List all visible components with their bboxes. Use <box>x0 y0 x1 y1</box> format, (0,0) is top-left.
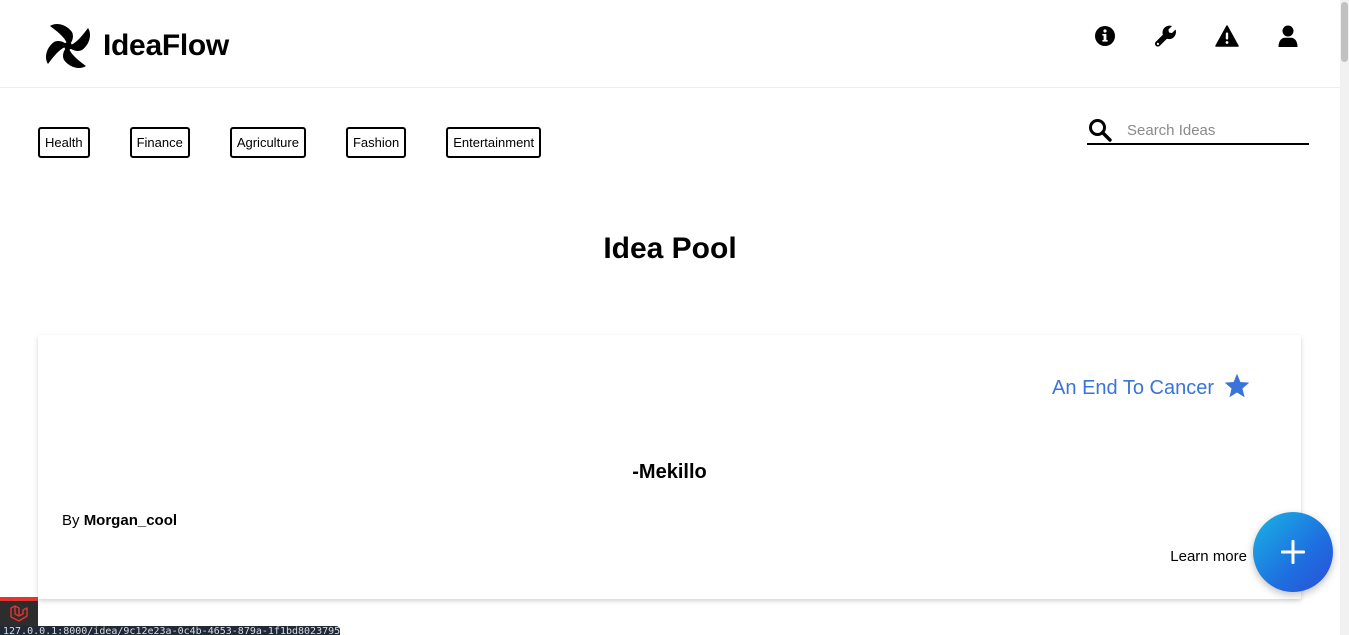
info-button[interactable] <box>1090 22 1120 50</box>
search-input[interactable] <box>1127 121 1297 139</box>
brand-name: IdeaFlow <box>103 29 229 62</box>
report-button[interactable] <box>1212 22 1242 50</box>
category-filters: Health Finance Agriculture Fashion Enter… <box>38 127 581 158</box>
category-agriculture[interactable]: Agriculture <box>229 127 306 158</box>
fan-logo-icon <box>46 24 90 68</box>
user-icon <box>1278 25 1298 47</box>
page-scrollbar[interactable] <box>1340 0 1349 635</box>
info-icon <box>1095 26 1115 46</box>
brand[interactable]: IdeaFlow <box>41 19 229 73</box>
idea-title-link[interactable]: An End To Cancer <box>1052 377 1214 400</box>
author-name[interactable]: Morgan_cool <box>84 512 177 529</box>
status-url: 127.0.0.1:8000/idea/9c12e23a-0c4b-4653-8… <box>0 626 340 635</box>
category-health[interactable]: Health <box>38 127 90 158</box>
laravel-debug-button[interactable] <box>0 601 38 627</box>
idea-quote: -Mekillo <box>632 461 707 483</box>
star-icon[interactable] <box>1223 372 1251 400</box>
add-idea-button[interactable] <box>1253 512 1333 592</box>
idea-byline: By Morgan_cool <box>62 512 177 529</box>
profile-button[interactable] <box>1273 22 1303 50</box>
category-entertainment[interactable]: Entertainment <box>446 127 542 158</box>
search-icon[interactable] <box>1088 118 1112 142</box>
idea-title-row: An End To Cancer <box>1052 373 1251 400</box>
laravel-icon <box>10 605 28 622</box>
warning-icon <box>1215 25 1239 47</box>
scrollbar-thumb[interactable] <box>1341 2 1348 62</box>
learn-more-link[interactable]: Learn more <box>1170 548 1247 565</box>
category-fashion[interactable]: Fashion <box>345 127 407 158</box>
plus-icon <box>1281 540 1305 564</box>
category-finance[interactable]: Finance <box>129 127 190 158</box>
settings-button[interactable] <box>1151 22 1181 50</box>
top-header: IdeaFlow <box>0 0 1340 88</box>
idea-card: An End To Cancer -Mekillo By Morgan_cool… <box>38 335 1301 599</box>
search-bar <box>1087 117 1309 145</box>
byline-prefix: By <box>62 512 80 529</box>
page-title: Idea Pool <box>603 232 737 265</box>
header-actions <box>1090 22 1303 50</box>
wrench-icon <box>1154 25 1176 47</box>
